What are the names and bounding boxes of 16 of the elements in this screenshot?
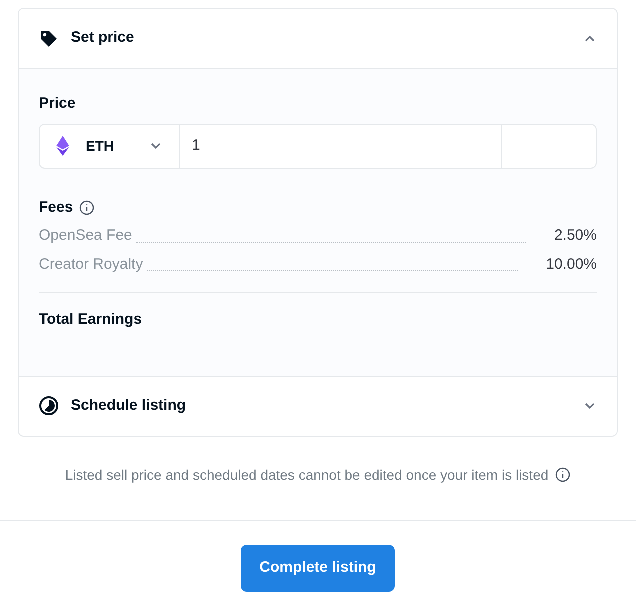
fee-value: 10.00% (546, 254, 597, 274)
currency-dropdown[interactable]: ETH (40, 124, 180, 168)
info-icon[interactable] (79, 200, 96, 216)
tag-icon (39, 28, 59, 48)
fee-name: Creator Royalty (39, 254, 144, 274)
fee-name: OpenSea Fee (39, 226, 132, 246)
clock-icon (39, 396, 59, 416)
total-earnings-label: Total Earnings (39, 310, 144, 330)
ethereum-icon (56, 136, 70, 156)
fee-value: 2.50% (554, 226, 597, 246)
price-input[interactable]: 1 (180, 124, 502, 168)
fees-label: Fees (39, 198, 74, 218)
price-label: Price (39, 94, 77, 114)
listing-note: Listed sell price and scheduled dates cannot be edited once your item is listed (65, 466, 549, 485)
info-icon[interactable] (554, 467, 571, 483)
complete-listing-button[interactable]: Complete listing (241, 544, 395, 592)
